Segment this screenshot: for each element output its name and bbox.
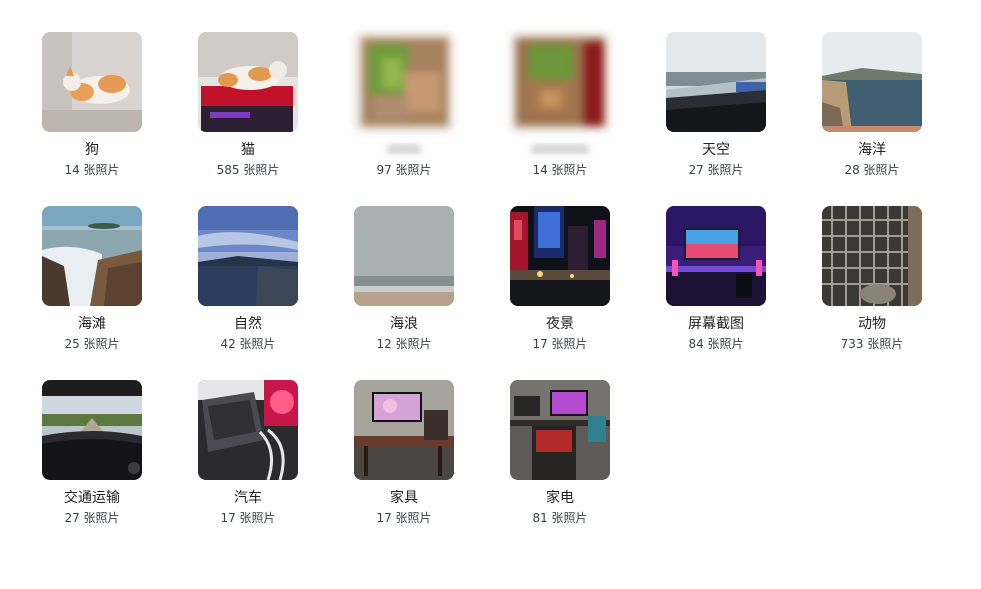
beach-photo-thumbnail [42, 206, 142, 306]
photo-count: 25 张照片 [64, 337, 120, 351]
photo-count: 27 张照片 [64, 511, 120, 525]
category-tile-hidden-2[interactable]: 14 张照片 [482, 32, 638, 196]
ocean-photo-thumbnail [822, 32, 922, 132]
sky-photo-thumbnail [666, 32, 766, 132]
category-tile-hidden-1[interactable]: 97 张照片 [326, 32, 482, 196]
category-label: 猫 [241, 142, 255, 158]
photo-count: 84 张照片 [688, 337, 744, 351]
category-tile-furniture[interactable]: 家具 17 张照片 [326, 380, 482, 544]
photo-count: 14 张照片 [64, 163, 120, 177]
category-tile-beach[interactable]: 海滩 25 张照片 [14, 206, 170, 370]
category-tile-dog[interactable]: 狗 14 张照片 [14, 32, 170, 196]
furniture-photo-thumbnail [354, 380, 454, 480]
category-label: 家电 [546, 490, 574, 506]
category-label: 夜景 [546, 316, 574, 332]
food-photo-thumbnail [510, 32, 610, 132]
waves-photo-thumbnail [354, 206, 454, 306]
photo-count: 81 张照片 [532, 511, 588, 525]
category-grid: 狗 14 张照片 猫 585 张照片 97 张照片 14 张照片 天空 27 张… [0, 0, 981, 589]
category-label: 天空 [702, 142, 730, 158]
photo-count: 14 张照片 [532, 163, 588, 177]
category-label: 海滩 [78, 316, 106, 332]
blurred-label [531, 144, 589, 154]
category-label: 动物 [858, 316, 886, 332]
category-tile-screenshot[interactable]: 屏幕截图 84 张照片 [638, 206, 794, 370]
photo-count: 97 张照片 [376, 163, 432, 177]
transport-photo-thumbnail [42, 380, 142, 480]
photo-count: 17 张照片 [532, 337, 588, 351]
category-tile-waves[interactable]: 海浪 12 张照片 [326, 206, 482, 370]
category-tile-animal[interactable]: 动物 733 张照片 [794, 206, 950, 370]
photo-count: 585 张照片 [216, 163, 280, 177]
cat-photo-thumbnail [198, 32, 298, 132]
category-tile-appliance[interactable]: 家电 81 张照片 [482, 380, 638, 544]
category-tile-night[interactable]: 夜景 17 张照片 [482, 206, 638, 370]
food-photo-thumbnail [354, 32, 454, 132]
photo-count: 17 张照片 [220, 511, 276, 525]
category-tile-car[interactable]: 汽车 17 张照片 [170, 380, 326, 544]
photo-count: 27 张照片 [688, 163, 744, 177]
category-label: 狗 [85, 142, 99, 158]
photo-count: 12 张照片 [376, 337, 432, 351]
appliance-photo-thumbnail [510, 380, 610, 480]
blurred-label [387, 144, 421, 154]
photo-count: 733 张照片 [840, 337, 904, 351]
category-tile-transport[interactable]: 交通运输 27 张照片 [14, 380, 170, 544]
category-tile-cat[interactable]: 猫 585 张照片 [170, 32, 326, 196]
category-label [531, 141, 589, 159]
category-label: 汽车 [234, 490, 262, 506]
dog-photo-thumbnail [42, 32, 142, 132]
category-label [387, 141, 421, 159]
photo-count: 42 张照片 [220, 337, 276, 351]
category-tile-ocean[interactable]: 海洋 28 张照片 [794, 32, 950, 196]
photo-count: 28 张照片 [844, 163, 900, 177]
category-label: 自然 [234, 316, 262, 332]
screenshot-photo-thumbnail [666, 206, 766, 306]
car-photo-thumbnail [198, 380, 298, 480]
category-tile-sky[interactable]: 天空 27 张照片 [638, 32, 794, 196]
category-label: 家具 [390, 490, 418, 506]
category-label: 屏幕截图 [688, 316, 744, 332]
category-label: 交通运输 [64, 490, 120, 506]
photo-count: 17 张照片 [376, 511, 432, 525]
category-tile-nature[interactable]: 自然 42 张照片 [170, 206, 326, 370]
animal-photo-thumbnail [822, 206, 922, 306]
category-label: 海洋 [858, 142, 886, 158]
nature-photo-thumbnail [198, 206, 298, 306]
category-label: 海浪 [390, 316, 418, 332]
night-photo-thumbnail [510, 206, 610, 306]
